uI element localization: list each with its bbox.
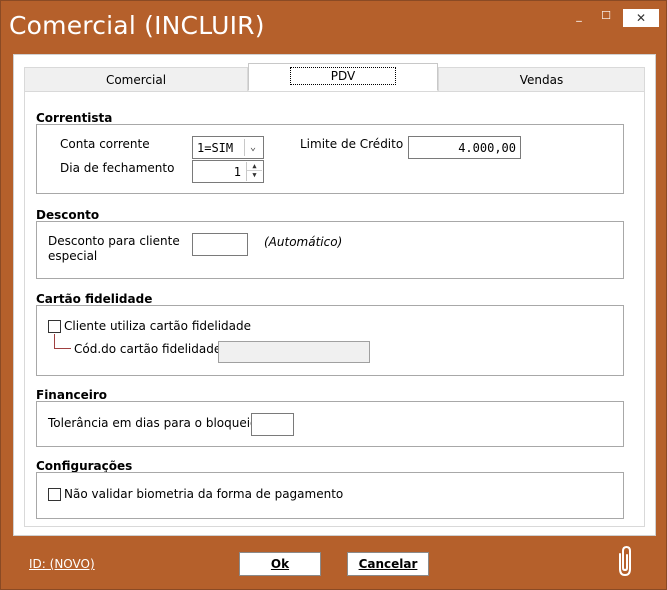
cancel-button[interactable]: Cancelar [347, 552, 429, 576]
section-desconto: Desconto para cliente especial (Automáti… [36, 221, 624, 279]
tab-pdv[interactable]: PDV [248, 63, 438, 91]
cod-cartao-label: Cód.do cartão fidelidade [74, 342, 222, 356]
desconto-input[interactable] [192, 233, 248, 256]
minimize-button[interactable]: _ [571, 9, 587, 22]
close-button[interactable]: ✕ [623, 9, 659, 27]
cancel-button-label: Cancelar [358, 557, 418, 571]
spin-up-icon[interactable]: ▲ [247, 162, 262, 171]
dia-fechamento-value: 1 [233, 165, 241, 179]
desconto-label-line2: especial [48, 249, 98, 263]
ok-button[interactable]: Ok [239, 552, 321, 576]
section-configuracoes: Não validar biometria da forma de pagame… [36, 472, 624, 519]
id-link[interactable]: ID: (NOVO) [29, 557, 95, 571]
chevron-down-icon[interactable]: ⌄ [244, 139, 261, 156]
desconto-label-line1: Desconto para cliente [48, 234, 180, 248]
tolerancia-label: Tolerância em dias para o bloqueio [48, 416, 258, 430]
conta-corrente-label: Conta corrente [60, 137, 150, 151]
dia-fechamento-label: Dia de fechamento [60, 161, 175, 175]
section-title-financeiro: Financeiro [36, 388, 108, 402]
tab-vendas[interactable]: Vendas [438, 67, 645, 91]
conta-corrente-value: 1=SIM [197, 141, 234, 155]
maximize-button[interactable]: ☐ [598, 9, 614, 22]
section-title-desconto: Desconto [36, 208, 100, 222]
tab-comercial[interactable]: Comercial [24, 67, 248, 91]
cod-cartao-input[interactable] [218, 341, 370, 363]
section-correntista: Conta corrente 1=SIM ⌄ Dia de fechamento… [36, 124, 624, 194]
section-title-fidelidade: Cartão fidelidade [36, 292, 153, 306]
spin-down-icon[interactable]: ▼ [247, 171, 262, 180]
tab-pdv-label: PDV [289, 67, 397, 85]
spin-buttons[interactable]: ▲ ▼ [246, 162, 262, 181]
section-title-configuracoes: Configurações [36, 459, 133, 473]
tab-body-pdv: Correntista Conta corrente 1=SIM ⌄ Dia d… [24, 91, 645, 527]
limite-credito-input[interactable]: 4.000,00 [408, 136, 521, 159]
content-panel: Comercial PDV Vendas Correntista Conta c… [13, 54, 656, 536]
ok-button-label: Ok [270, 557, 290, 571]
limite-credito-label: Limite de Crédito [300, 137, 404, 151]
section-fidelidade: Cliente utiliza cartão fidelidade Cód.do… [36, 305, 624, 376]
fidelidade-checkbox[interactable] [48, 320, 61, 333]
tolerancia-input[interactable] [251, 413, 294, 436]
tab-strip: Comercial PDV Vendas [24, 63, 645, 91]
section-financeiro: Tolerância em dias para o bloqueio [36, 401, 624, 447]
fidelidade-checkbox-label[interactable]: Cliente utiliza cartão fidelidade [64, 319, 251, 333]
tree-connector [54, 334, 71, 349]
biometria-checkbox-label[interactable]: Não validar biometria da forma de pagame… [64, 487, 343, 501]
window-title: Comercial (INCLUIR) [9, 11, 265, 40]
desconto-hint: (Automático) [264, 235, 343, 249]
dialog-window: Comercial (INCLUIR) _ ☐ ✕ Comercial PDV … [0, 0, 667, 590]
limite-credito-value: 4.000,00 [458, 141, 516, 155]
conta-corrente-select[interactable]: 1=SIM ⌄ [192, 136, 264, 159]
section-title-correntista: Correntista [36, 111, 113, 125]
biometria-checkbox[interactable] [48, 488, 61, 501]
dia-fechamento-stepper[interactable]: 1 ▲ ▼ [192, 160, 264, 183]
paperclip-icon[interactable] [614, 544, 636, 578]
